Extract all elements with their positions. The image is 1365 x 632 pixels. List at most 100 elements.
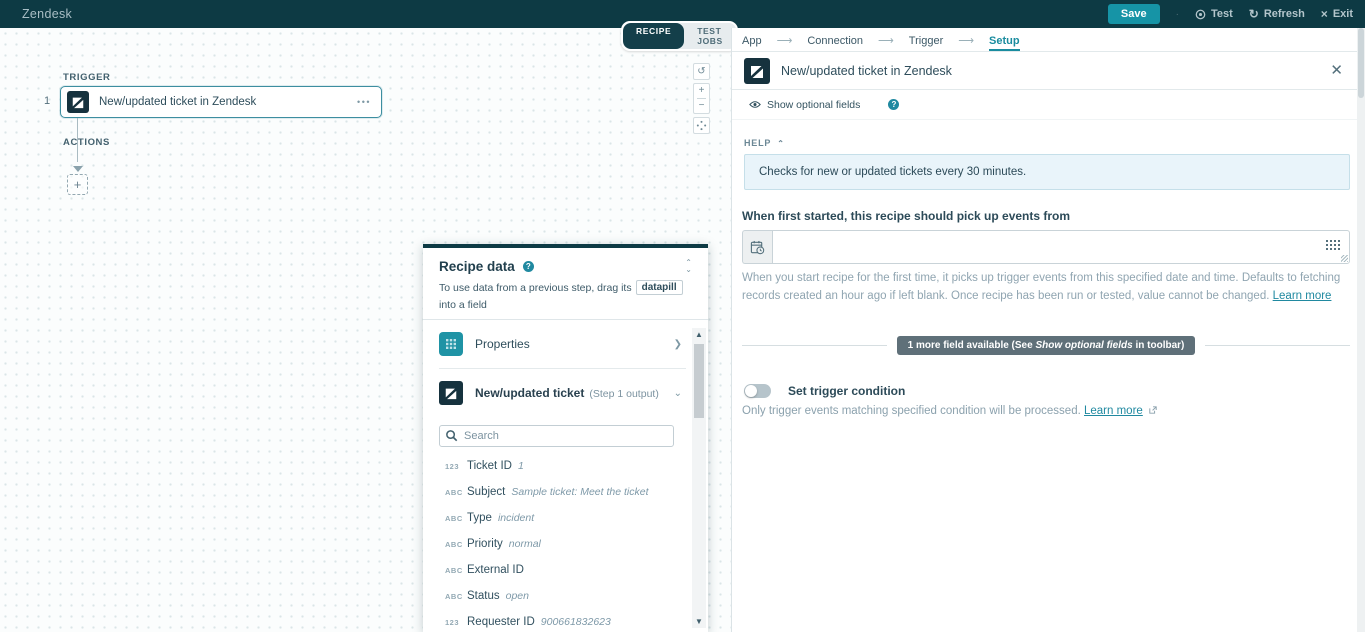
datapill-type-badge: 123 xyxy=(445,462,467,471)
datapill-name: Type xyxy=(467,512,492,524)
datapill-row[interactable]: 123 Requester ID 900661832623 xyxy=(423,609,708,632)
datapill-row[interactable]: ABC External ID xyxy=(423,557,708,583)
datapill-sample-value: normal xyxy=(509,538,541,550)
datapill-type-badge: ABC xyxy=(445,514,467,523)
datapill-name: Subject xyxy=(467,486,505,498)
resize-grip[interactable] xyxy=(1341,255,1348,262)
datapill-sample-value: incident xyxy=(498,512,534,524)
panel-header: New/updated ticket in Zendesk ✕ xyxy=(732,52,1357,90)
arrow-right-icon: ⟶ xyxy=(777,34,793,51)
step-connector-arrow xyxy=(73,166,83,172)
datapill-grid-button[interactable] xyxy=(1326,240,1340,259)
show-optional-fields-button[interactable]: Show optional fields xyxy=(749,99,860,111)
zoom-in-button[interactable]: + xyxy=(694,84,709,98)
arrow-right-icon: ⟶ xyxy=(878,34,894,51)
trigger-condition-row: Set trigger condition xyxy=(744,384,1357,398)
fit-view-icon xyxy=(696,120,707,131)
zoom-out-button[interactable]: − xyxy=(694,99,709,113)
datapill-type-badge: ABC xyxy=(445,592,467,601)
trigger-step-title: New/updated ticket in Zendesk xyxy=(99,96,357,108)
popup-scrollbar[interactable]: ▲ ▼ xyxy=(692,328,706,628)
page-scrollbar[interactable] xyxy=(1357,28,1365,632)
tab-recipe[interactable]: RECIPE xyxy=(623,23,684,49)
scroll-up-arrow[interactable]: ▲ xyxy=(692,330,706,339)
scrollbar-thumb[interactable] xyxy=(1358,28,1364,98)
search-input[interactable] xyxy=(439,425,674,447)
optional-fields-divider: 1 more field available (See Show optiona… xyxy=(742,336,1350,355)
breadcrumb: App ⟶ Connection ⟶ Trigger ⟶ Setup xyxy=(732,28,1357,52)
datapill-list: 123 Ticket ID 1 ABC Subject Sample ticke… xyxy=(423,453,708,632)
scroll-down-arrow[interactable]: ▼ xyxy=(692,617,706,626)
refresh-button[interactable]: ↻ Refresh xyxy=(1249,8,1305,20)
fit-view-button[interactable] xyxy=(693,117,710,134)
grid-dots-icon xyxy=(1326,240,1340,254)
view-tabs: RECIPE TEST JOBS xyxy=(621,21,738,51)
breadcrumb-connection[interactable]: Connection xyxy=(807,35,863,51)
add-action-button[interactable]: + xyxy=(67,174,88,195)
help-section-toggle[interactable]: HELP ⌃ xyxy=(744,138,1357,148)
step-number: 1 xyxy=(44,95,50,107)
test-button[interactable]: Test xyxy=(1195,8,1233,20)
recipe-data-popup: Recipe data ? ⌃⌄ To use data from a prev… xyxy=(423,244,708,632)
datapill-name: Ticket ID xyxy=(467,460,512,472)
properties-label: Properties xyxy=(475,337,530,351)
trigger-condition-toggle[interactable] xyxy=(744,384,771,398)
trigger-step-card[interactable]: New/updated ticket in Zendesk ••• xyxy=(60,86,382,118)
scrollbar-thumb[interactable] xyxy=(694,344,704,418)
save-button[interactable]: Save xyxy=(1108,4,1160,24)
topbar-actions: Save · Test ↻ Refresh × Exit xyxy=(1108,4,1353,24)
datapill-sample-value: open xyxy=(506,590,529,602)
zoom-control: + − xyxy=(693,83,710,114)
properties-row[interactable]: Properties ❯ xyxy=(423,320,708,368)
step-output-row[interactable]: New/updated ticket(Step 1 output) ⌄ xyxy=(423,369,708,417)
learn-more-link[interactable]: Learn more xyxy=(1084,405,1143,417)
undo-icon: ↺ xyxy=(694,65,709,79)
close-panel-button[interactable]: ✕ xyxy=(1330,63,1343,78)
datapill-row[interactable]: ABC Status open xyxy=(423,583,708,609)
breadcrumb-app[interactable]: App xyxy=(742,35,762,51)
zendesk-icon xyxy=(67,91,89,113)
arrow-right-icon: ⟶ xyxy=(958,34,974,51)
zendesk-icon xyxy=(744,58,770,84)
calendar-icon xyxy=(750,240,765,255)
datapill-type-badge: ABC xyxy=(445,540,467,549)
tab-test-jobs[interactable]: TEST JOBS xyxy=(684,23,736,49)
panel-toolbar: Show optional fields ? xyxy=(732,90,1357,120)
trigger-condition-help: Only trigger events matching specified c… xyxy=(742,405,1350,417)
divider xyxy=(742,345,887,346)
datapill-sample-value: Sample ticket: Meet the ticket xyxy=(511,486,648,498)
trigger-condition-label[interactable]: Set trigger condition xyxy=(788,384,905,398)
breadcrumb-trigger[interactable]: Trigger xyxy=(909,35,943,51)
datapill-row[interactable]: ABC Subject Sample ticket: Meet the tick… xyxy=(423,479,708,505)
chevron-up-icon: ⌃ xyxy=(777,139,785,148)
topbar-divider: · xyxy=(1176,9,1179,20)
datapill-search xyxy=(439,425,674,447)
more-fields-badge: 1 more field available (See Show optiona… xyxy=(897,336,1196,355)
learn-more-link[interactable]: Learn more xyxy=(1273,290,1332,302)
datapill-row[interactable]: 123 Ticket ID 1 xyxy=(423,453,708,479)
pickup-datetime-input[interactable] xyxy=(772,230,1350,264)
reset-view-button[interactable]: ↺ xyxy=(693,63,710,80)
panel-title: New/updated ticket in Zendesk xyxy=(781,64,1330,78)
breadcrumb-setup[interactable]: Setup xyxy=(989,35,1020,51)
exit-button[interactable]: × Exit xyxy=(1321,8,1353,20)
datapill-name: Status xyxy=(467,590,500,602)
datapill-row[interactable]: ABC Type incident xyxy=(423,505,708,531)
refresh-icon: ↻ xyxy=(1249,8,1259,20)
recipe-data-hint: To use data from a previous step, drag i… xyxy=(439,280,692,311)
properties-icon xyxy=(439,332,463,356)
toggle-knob xyxy=(745,385,757,397)
help-circle-icon[interactable]: ? xyxy=(523,261,534,272)
close-icon: × xyxy=(1321,8,1328,20)
app-title: Zendesk xyxy=(22,7,72,21)
recipe-data-title: Recipe data xyxy=(439,259,515,274)
trigger-section-label: TRIGGER xyxy=(63,72,110,83)
collapse-panel-button[interactable]: ⌃⌄ xyxy=(685,260,692,273)
help-circle-icon[interactable]: ? xyxy=(888,99,899,110)
step-menu-button[interactable]: ••• xyxy=(357,97,371,107)
datapill-chip: datapill xyxy=(636,280,683,295)
datetime-picker-button[interactable] xyxy=(742,230,772,264)
step-output-suffix: (Step 1 output) xyxy=(589,388,658,400)
datapill-row[interactable]: ABC Priority normal xyxy=(423,531,708,557)
actions-section-label: ACTIONS xyxy=(63,137,110,148)
